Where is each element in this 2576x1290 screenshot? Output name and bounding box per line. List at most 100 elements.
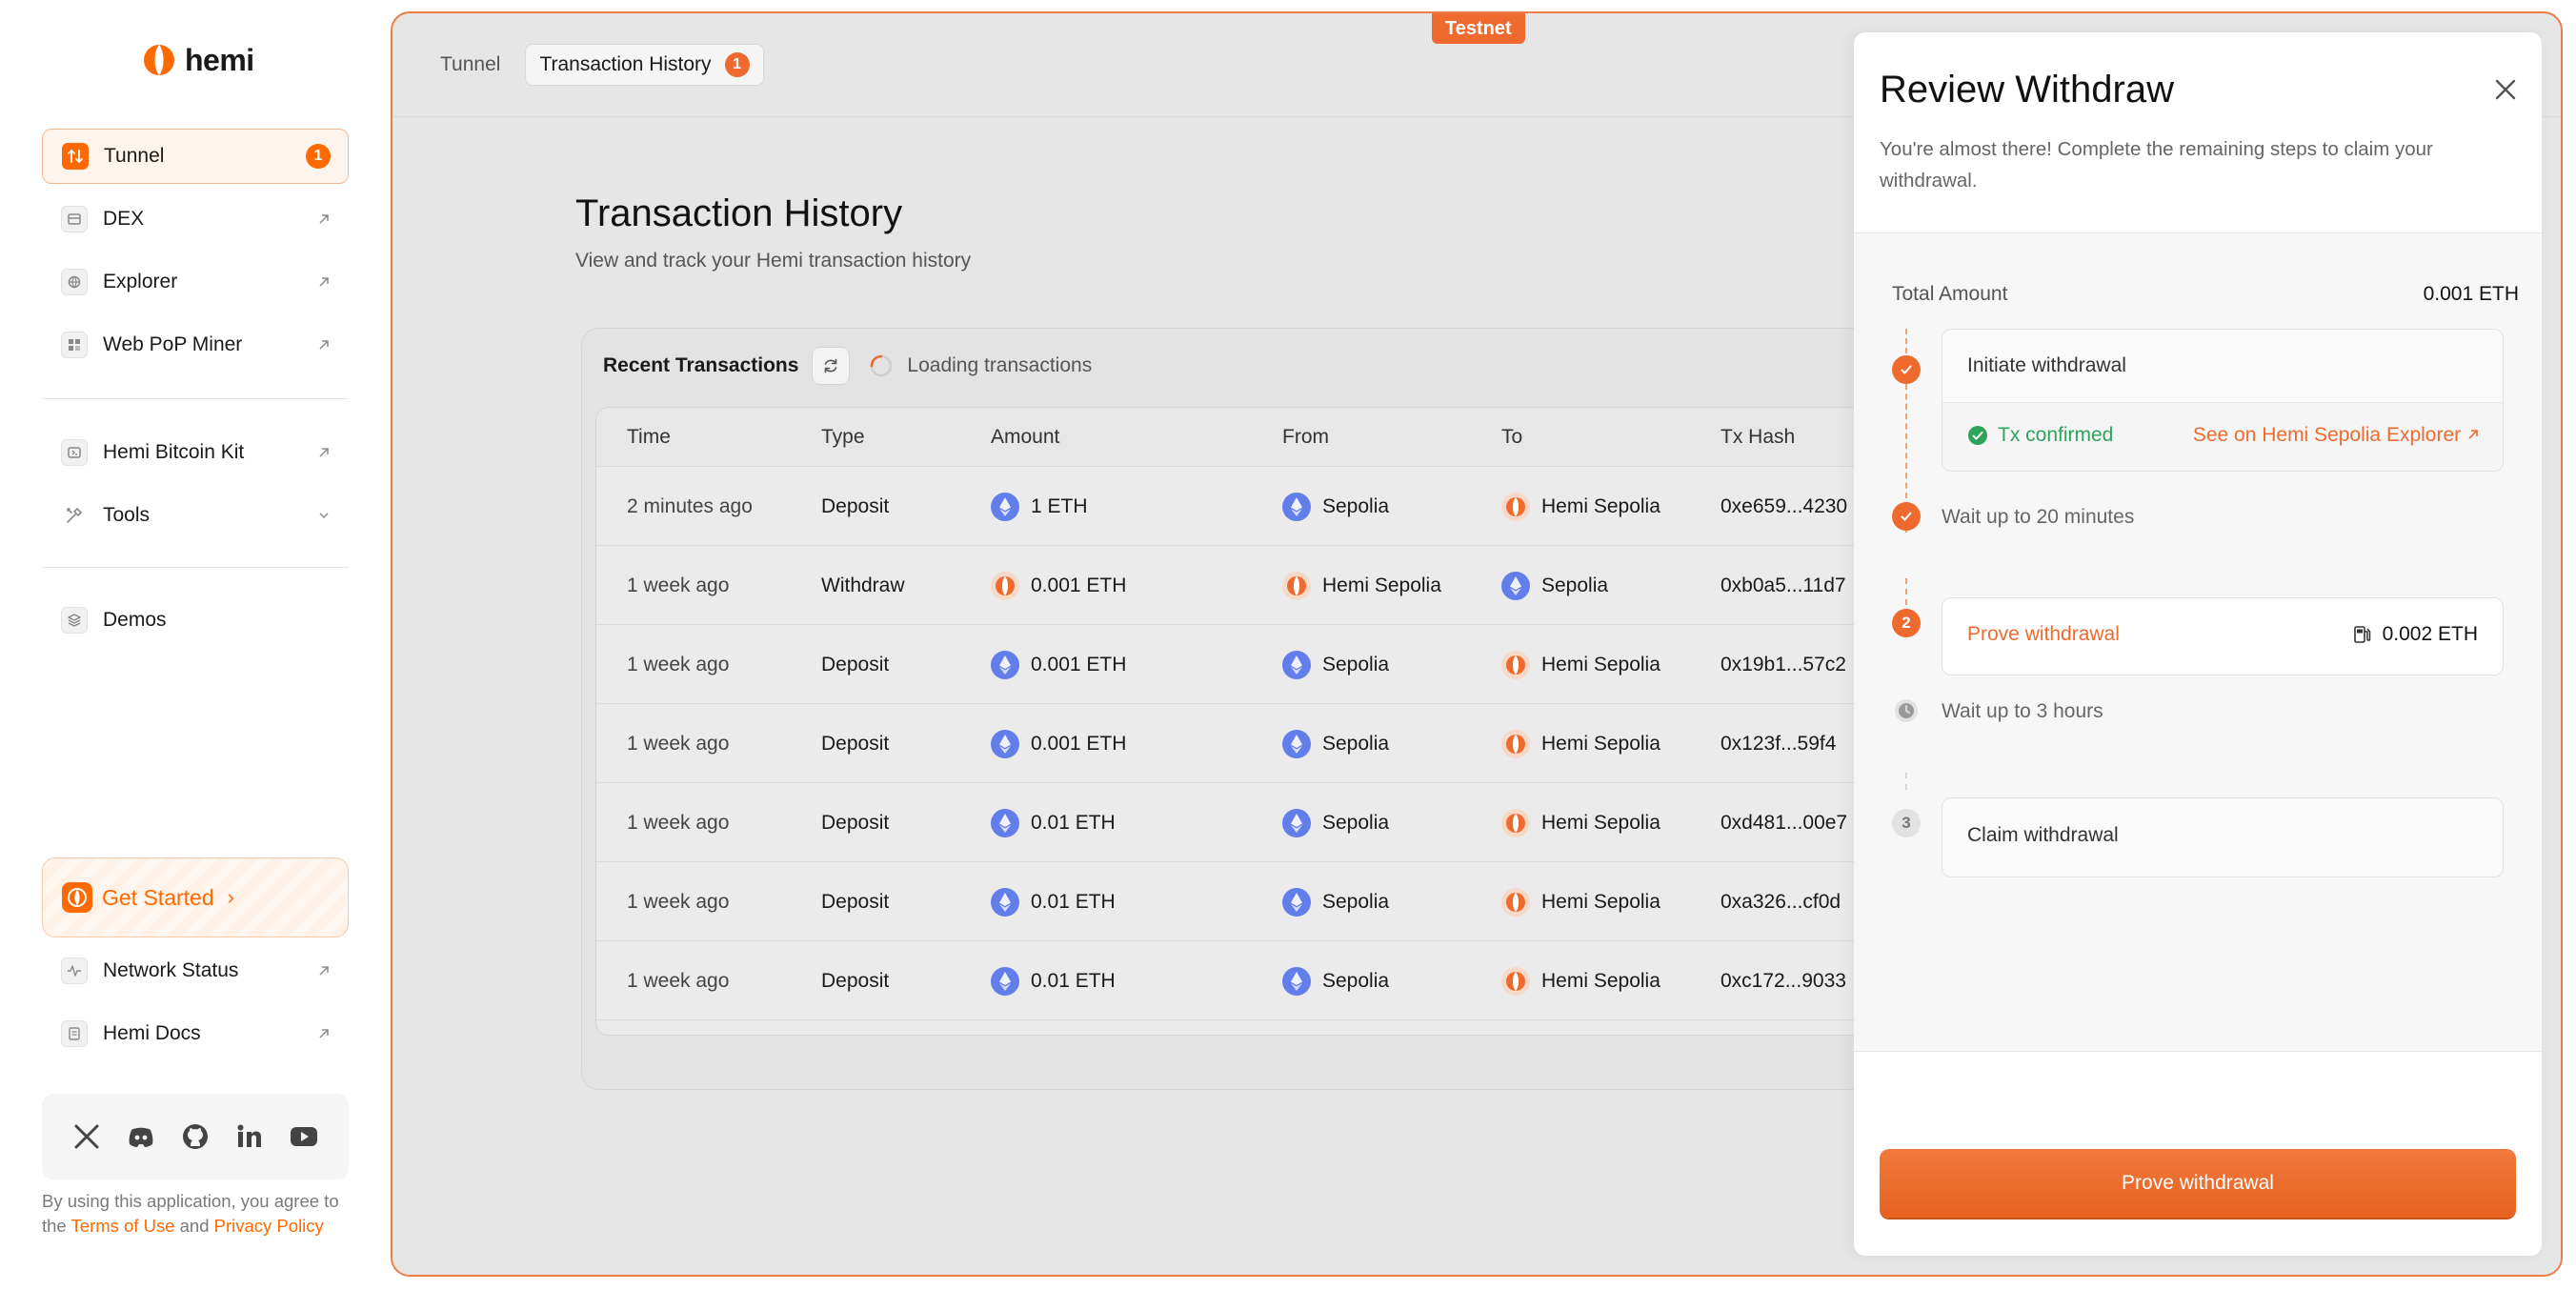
table-row[interactable]: 1 week ago Withdraw 0.001 ETH Hemi Sepolia S… (596, 546, 2023, 625)
sidebar-item-web-pop-miner[interactable]: Web PoP Miner (42, 317, 349, 373)
hemi-logo-icon (62, 882, 92, 913)
discord-icon[interactable] (125, 1120, 157, 1153)
tab-transaction-history[interactable]: Transaction History 1 (525, 44, 764, 86)
cell-tx-hash[interactable]: 0xd481...00e7 (1721, 783, 1847, 862)
from-network: Sepolia (1322, 969, 1390, 992)
cell-to: Hemi Sepolia (1501, 862, 1660, 941)
step-title: Claim withdrawal (1967, 824, 2119, 846)
cell-tx-hash[interactable]: 0xe659...4230 (1721, 467, 1847, 546)
from-network: Sepolia (1322, 494, 1390, 517)
ethereum-icon (1282, 492, 1311, 521)
linkedin-icon[interactable] (233, 1120, 266, 1153)
wait-20-minutes-label: Wait up to 20 minutes (1942, 506, 2135, 528)
cell-from: Sepolia (1282, 783, 1389, 862)
external-link-icon (319, 966, 329, 976)
explorer-icon (61, 269, 88, 295)
cell-type: Deposit (821, 969, 890, 992)
external-link-icon (319, 277, 329, 287)
column-header-tx-hash: Tx Hash (1721, 425, 1796, 448)
cell-time: 1 week ago (627, 653, 730, 675)
table-row[interactable]: 1 week ago Deposit 0.01 ETH Sepolia Hemi Sep… (596, 862, 2023, 941)
sidebar-item-hemi-docs[interactable]: Hemi Docs (42, 1006, 349, 1061)
sidebar-item-label: Hemi Docs (103, 1022, 201, 1044)
tx-confirmed-label: Tx confirmed (1998, 424, 2114, 446)
sidebar-item-label: Hemi Bitcoin Kit (103, 441, 245, 463)
ethereum-icon (991, 492, 1019, 521)
tools-icon (61, 502, 88, 529)
column-header-type: Type (821, 425, 865, 448)
from-network: Sepolia (1322, 732, 1390, 755)
cell-tx-hash[interactable]: 0xb0a5...11d7 (1721, 546, 1846, 625)
ethereum-icon (1282, 966, 1311, 996)
demos-icon (61, 607, 88, 634)
cell-amount: 0.01 ETH (991, 783, 1116, 862)
cell-to: Hemi Sepolia (1501, 467, 1660, 546)
prove-withdrawal-button[interactable]: Prove withdrawal (1880, 1149, 2516, 1218)
cell-type: Deposit (821, 494, 890, 517)
column-header-time: Time (627, 425, 671, 448)
column-header-amount: Amount (991, 425, 1060, 448)
amount-value: 0.01 ETH (1031, 969, 1116, 992)
total-amount-label: Total Amount (1892, 283, 2008, 305)
sidebar-item-tunnel[interactable]: Tunnel 1 (42, 129, 349, 184)
review-withdraw-drawer: Review Withdraw You're almost there! Com… (1854, 32, 2542, 1256)
get-started-button[interactable]: Get Started › (42, 857, 349, 937)
sidebar-item-hemi-bitcoin-kit[interactable]: Hemi Bitcoin Kit (42, 425, 349, 480)
hemi-logo[interactable]: hemi (143, 42, 254, 78)
cell-tx-hash[interactable]: 0xc172...9033 (1721, 941, 1846, 1020)
step-connector (1905, 329, 1907, 353)
step-number-3: 3 (1892, 809, 1921, 837)
hemi-icon (1501, 729, 1530, 758)
gas-pump-icon (2353, 626, 2370, 643)
tx-confirmed-status: Tx confirmed (1967, 424, 2113, 447)
cell-amount: 0.01 ETH (991, 941, 1116, 1020)
cell-time: 1 week ago (627, 890, 730, 913)
testnet-badge: Testnet (1432, 13, 1525, 44)
table-row[interactable]: 1 week ago Deposit 0.001 ETH Sepolia Hemi Se… (596, 625, 2023, 704)
cell-tx-hash[interactable]: 0x19b1...57c2 (1721, 625, 1846, 704)
sidebar-item-explorer[interactable]: Explorer (42, 254, 349, 310)
withdraw-steps: Total Amount 0.001 ETH Initiate withdraw… (1854, 232, 2542, 1052)
cell-tx-hash[interactable]: 0x123f...59f4 (1721, 704, 1836, 783)
hemi-icon (1501, 966, 1530, 996)
ethereum-icon (1282, 808, 1311, 837)
sidebar-item-tools[interactable]: Tools (42, 488, 349, 543)
sidebar-item-network-status[interactable]: Network Status (42, 943, 349, 998)
to-network: Hemi Sepolia (1541, 969, 1660, 992)
bitcoin-kit-icon (61, 439, 88, 466)
table-row[interactable]: 1 week ago Deposit 0.001 ETH Sepolia Hemi Se… (596, 704, 2023, 783)
hemi-icon (1282, 571, 1311, 600)
tertiary-nav: Demos (42, 593, 349, 655)
step-connector (1905, 773, 1907, 790)
youtube-icon[interactable] (288, 1120, 320, 1153)
cell-type: Deposit (821, 653, 890, 675)
table-row[interactable]: 2 minutes ago Deposit 1 ETH Sepolia Hemi Sep… (596, 467, 2023, 546)
cell-to: Hemi Sepolia (1501, 704, 1660, 783)
tab-label: Transaction History (539, 53, 712, 75)
ethereum-icon (1282, 650, 1311, 679)
cell-tx-hash[interactable]: 0xa326...cf0d (1721, 862, 1841, 941)
github-icon[interactable] (179, 1120, 211, 1153)
ethereum-icon (991, 729, 1019, 758)
terms-of-use-link[interactable]: Terms of Use (71, 1216, 175, 1236)
refresh-button[interactable] (812, 347, 851, 385)
tab-tunnel[interactable]: Tunnel (427, 44, 513, 86)
table-row[interactable]: 1 week ago Deposit 0.01 ETH Sepolia Hemi Sep… (596, 783, 2023, 862)
x-icon[interactable] (70, 1120, 103, 1153)
cell-amount: 0.01 ETH (991, 862, 1116, 941)
legal-and: and (174, 1216, 214, 1236)
ethereum-icon (991, 887, 1019, 917)
privacy-policy-link[interactable]: Privacy Policy (214, 1216, 324, 1236)
table-row[interactable]: 1 week ago Deposit 0.01 ETH Sepolia Hemi Sep… (596, 941, 2023, 1020)
step-connector (1905, 384, 1907, 498)
hemi-icon (1501, 887, 1530, 917)
sidebar-item-dex[interactable]: DEX (42, 191, 349, 247)
close-icon[interactable] (2490, 74, 2521, 105)
sidebar-item-demos[interactable]: Demos (42, 593, 349, 648)
external-link-icon (319, 214, 329, 224)
explorer-link[interactable]: See on Hemi Sepolia Explorer (2193, 424, 2480, 447)
hemi-icon (1501, 650, 1530, 679)
cell-from: Hemi Sepolia (1282, 546, 1441, 625)
to-network: Hemi Sepolia (1541, 811, 1660, 834)
hemi-logo-icon (144, 45, 174, 75)
